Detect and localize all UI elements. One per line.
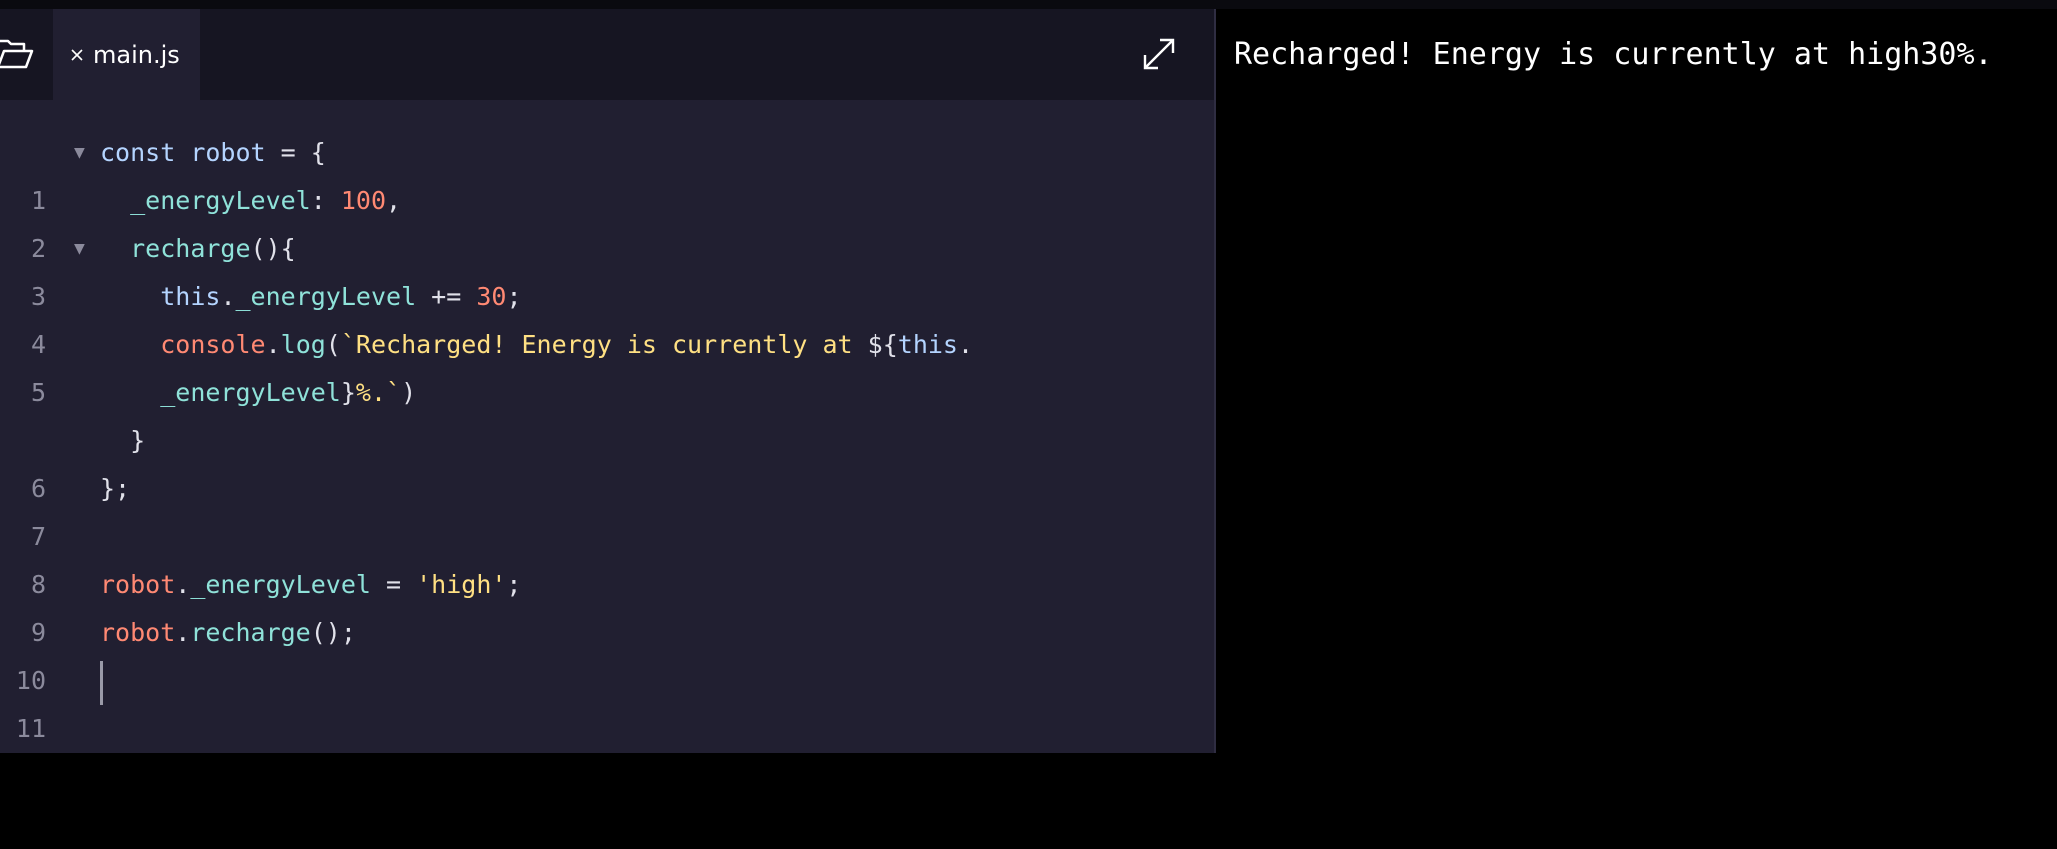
code-text: recharge(){ <box>100 225 296 273</box>
text-cursor <box>100 661 103 705</box>
code-area[interactable]: 1 ▼ const robot = { 2 _energyLevel: 100,… <box>0 129 1214 743</box>
code-text: const robot = { <box>100 129 326 177</box>
code-text: } <box>100 417 145 465</box>
code-text: robot._energyLevel = 'high'; <box>100 561 521 609</box>
fold-arrow-icon[interactable]: ▼ <box>74 129 85 177</box>
token-punct: ; <box>506 570 522 599</box>
token-punct: ( <box>325 330 341 359</box>
code-line: 2 _energyLevel: 100, <box>0 177 1214 263</box>
token-identifier: robot <box>190 138 266 167</box>
token-punct: (); <box>310 618 356 647</box>
token-object: robot <box>100 570 176 599</box>
line-number: 11 <box>15 714 46 743</box>
token-keyword: this <box>897 330 958 359</box>
token-object: robot <box>100 618 176 647</box>
code-text: _energyLevel: 100, <box>100 177 401 225</box>
token-punct: . <box>220 282 236 311</box>
token-property: _energyLevel <box>130 186 311 215</box>
code-line: 4 this._energyLevel += 30; <box>0 273 1214 359</box>
token-punct: } <box>130 426 146 455</box>
token-property: _energyLevel <box>190 570 371 599</box>
token-punct: (){ <box>250 234 296 263</box>
code-line: 6 } <box>0 417 1214 503</box>
tab-main-js[interactable]: main.js <box>53 9 200 100</box>
code-text: _energyLevel}%.`) <box>100 369 416 417</box>
code-line: 9 robot._energyLevel = 'high'; <box>0 561 1214 647</box>
token-method: log <box>280 330 326 359</box>
code-text: robot.recharge(); <box>100 609 356 657</box>
close-icon[interactable] <box>69 47 85 63</box>
token-punct: . <box>957 330 974 359</box>
token-string: %.` <box>355 378 402 407</box>
token-property: _energyLevel <box>160 378 341 407</box>
code-text: this._energyLevel += 30; <box>100 273 522 321</box>
code-line: 7 }; <box>0 465 1214 551</box>
console-output-line: Recharged! Energy is currently at high30… <box>1234 37 1993 72</box>
token-punct: }; <box>100 474 131 503</box>
code-line: 8 <box>0 513 1214 599</box>
fold-arrow-icon[interactable]: ▼ <box>74 225 85 273</box>
code-line-active[interactable]: 11 <box>0 657 1214 743</box>
token-string: 'high' <box>416 570 507 599</box>
token-operator: = <box>370 570 417 599</box>
code-text: }; <box>100 465 130 513</box>
token-number: 30 <box>476 282 507 311</box>
code-line-wrapped: _energyLevel}%.`) <box>0 369 1214 417</box>
token-operator: += <box>416 282 477 311</box>
tab-bar: main.js <box>0 9 1214 100</box>
code-editor[interactable]: main.js 1 ▼ const robot = { 2 _energyLev… <box>0 9 1214 753</box>
code-line: 5 console.log(`Recharged! Energy is curr… <box>0 321 1214 407</box>
token-object: console <box>160 330 266 359</box>
code-line: 3 ▼ recharge(){ <box>0 225 1214 311</box>
token-interpolation: } <box>340 378 356 407</box>
token-method: recharge <box>190 618 311 647</box>
top-bar <box>0 0 2057 9</box>
token-punct: : <box>310 186 341 215</box>
token-keyword: this <box>160 282 221 311</box>
token-keyword: const <box>100 138 176 167</box>
token-number: 100 <box>340 186 386 215</box>
token-method: recharge <box>130 234 251 263</box>
expand-icon[interactable] <box>1140 35 1178 73</box>
token-punct: . <box>175 570 191 599</box>
code-line: 10 robot.recharge(); <box>0 609 1214 695</box>
code-line: 1 ▼ const robot = { <box>0 129 1214 215</box>
code-text: console.log(`Recharged! Energy is curren… <box>100 321 973 369</box>
tab-label: main.js <box>93 40 180 69</box>
token-punct: = { <box>265 138 326 167</box>
token-punct: . <box>175 618 191 647</box>
token-property: _energyLevel <box>235 282 417 311</box>
token-punct: . <box>265 330 281 359</box>
token-punct: , <box>386 186 402 215</box>
output-console: Recharged! Energy is currently at high30… <box>1216 9 2057 753</box>
token-punct: ; <box>506 282 522 311</box>
folder-icon[interactable] <box>0 33 36 75</box>
token-punct: ) <box>401 378 417 407</box>
token-interpolation: ${ <box>867 330 898 359</box>
token-string: `Recharged! Energy is currently at <box>340 330 868 359</box>
